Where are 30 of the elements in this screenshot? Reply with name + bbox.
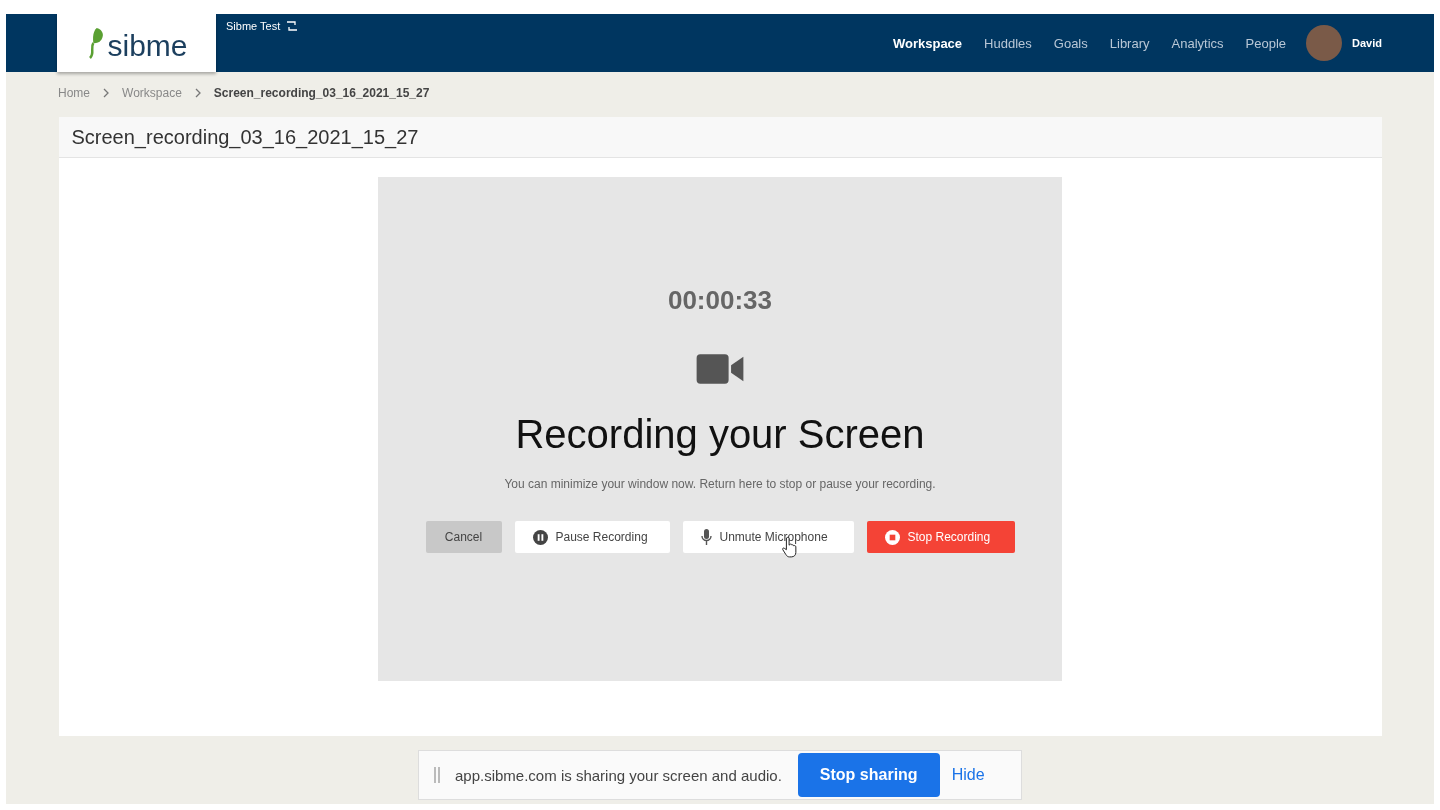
- nav-link[interactable]: Analytics: [1171, 35, 1224, 51]
- hide-link[interactable]: Hide: [951, 766, 985, 784]
- recording-heading: Recording your Screen: [515, 412, 925, 457]
- nav-link[interactable]: People: [1245, 35, 1287, 51]
- instruction-text: You can minimize your window now. Return here to stop or pause your recording.: [504, 477, 936, 491]
- stop-sharing-button[interactable]: Stop sharing: [797, 753, 940, 797]
- timer: 00:00:33: [667, 285, 773, 316]
- video-camera-icon: [695, 353, 745, 385]
- pause-button[interactable]: Pause Recording: [514, 521, 670, 553]
- microphone-icon: [700, 529, 712, 545]
- nav-link[interactable]: Huddles: [984, 35, 1032, 51]
- logo-text: sibme: [107, 29, 188, 63]
- logo-tile[interactable]: sibme: [57, 14, 216, 72]
- sharing-message: app.sibme.com is sharing your screen and audio.: [455, 766, 782, 784]
- chevron-icon: [193, 88, 202, 98]
- user-name[interactable]: David: [1352, 37, 1382, 49]
- nav-link[interactable]: Workspace: [892, 35, 963, 51]
- mic-button[interactable]: Unmute Microphone: [682, 521, 854, 553]
- switch-icon[interactable]: [286, 20, 299, 32]
- pause-icon: [532, 529, 548, 545]
- page-title: Screen_recording_03_16_2021_15_27: [71, 125, 419, 149]
- drag-handle-icon[interactable]: [433, 767, 441, 783]
- stop-button[interactable]: Stop Recording: [866, 521, 1015, 553]
- avatar[interactable]: [1306, 25, 1343, 61]
- nav-link[interactable]: Goals: [1053, 35, 1088, 51]
- chevron-icon: [102, 88, 110, 98]
- cancel-button[interactable]: Cancel: [425, 521, 502, 553]
- stop-icon: [884, 529, 900, 545]
- account-name[interactable]: Sibme Test: [226, 20, 281, 32]
- nav-link[interactable]: Library: [1109, 35, 1150, 51]
